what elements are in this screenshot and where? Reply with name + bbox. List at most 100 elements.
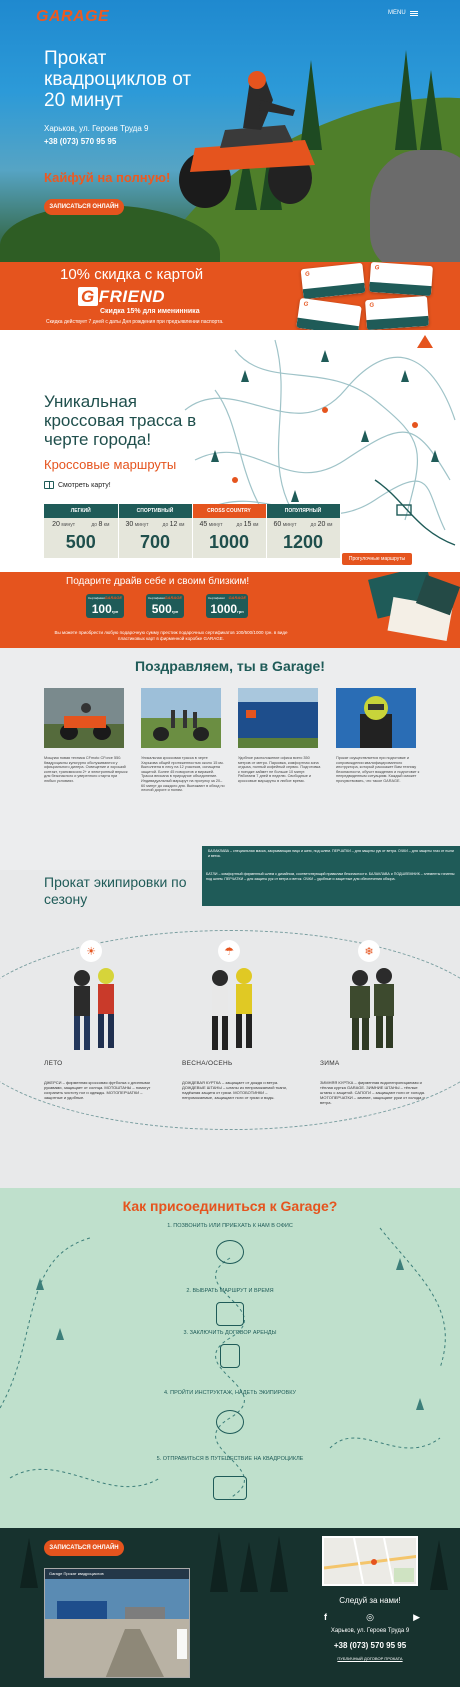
route-price: 500 — [65, 532, 96, 552]
snowflake-icon: ❄ — [358, 940, 380, 962]
discount-note: Скидка действует 7 дней с даты Дня рожде… — [46, 319, 224, 325]
discount-banner: 10% скидка с картой G FRIEND Скидка 15% д… — [0, 262, 460, 330]
congrats-title: Поздравляем, ты в Garage! — [135, 658, 325, 674]
congrats-section: Поздравляем, ты в Garage! Мощная новая т… — [0, 648, 460, 870]
feature-text: Удобное расположение офиса всего 350 мет… — [238, 756, 321, 783]
hero-slogan: Кайфуй на полную! — [44, 170, 171, 185]
tree-icon — [395, 50, 417, 150]
gift-card-1000[interactable]: Сертификат GARAGE 1000грн — [206, 594, 248, 618]
hero-title: Прокат квадроциклов от 20 минут — [44, 48, 192, 111]
routes-table: ЛЕГКИЙ СПОРТИВНЫЙ CROSS COUNTRY ПОПУЛЯРН… — [44, 504, 341, 558]
route-cell: 30 минут до 12 км 700 — [118, 518, 193, 558]
contract-icon — [220, 1344, 240, 1368]
cross-routes-heading: Кроссовые маршруты — [44, 457, 177, 472]
equipment-title: Прокат экипировки по сезону — [44, 874, 187, 907]
birthday-discount: Скидка 15% для именинника — [100, 308, 200, 315]
rain-icon: ☂ — [218, 940, 240, 962]
hamburger-icon — [409, 10, 418, 16]
tree-icon — [20, 1538, 38, 1588]
social-links: f ◎ ▶ — [324, 1612, 420, 1623]
join-step: 1. ПОЗВОНИТЬ ИЛИ ПРИЕХАТЬ К НАМ В ОФИС — [167, 1223, 293, 1229]
join-step: 2. ВЫБРАТЬ МАРШРУТ И ВРЕМЯ — [186, 1288, 274, 1294]
public-offer-link[interactable]: ПУБЛИЧНЫЙ ДОГОВОР ПРОКАТА — [310, 1656, 430, 1661]
gift-note: Вы можете приобрести любую подарочную су… — [54, 630, 288, 641]
hero-section: GARAGE MENU Прокат квадроциклов от 20 ми… — [0, 0, 460, 262]
spring-riders-image — [212, 968, 252, 1050]
sun-icon: ☀ — [80, 940, 102, 962]
gear-info-box: БАЛАКЛАВА – специальная маска, закрывающ… — [202, 846, 460, 870]
view-map-link[interactable]: Смотреть карту! — [44, 481, 111, 489]
equipment-section: БАТЛИ – комфортный фирменный шлем с диза… — [0, 870, 460, 1188]
tree-icon — [210, 1532, 228, 1592]
feature-text: Уникальная кроссовая трасса в черте Харь… — [141, 756, 225, 793]
menu-label: MENU — [388, 10, 406, 16]
season-text: ЗИМНЯЯ КУРТКА – фирменная водонепроницае… — [320, 1080, 426, 1105]
view-map-label: Смотреть карту! — [58, 481, 111, 489]
footer-section: ЗАПИСАТЬСЯ ОНЛАЙН Garage Прокат квадроци… — [0, 1528, 460, 1687]
track-title: Уникальная кроссовая трасса в черте горо… — [44, 392, 197, 449]
map-icon — [44, 481, 54, 489]
route-cell: 20 минут до 8 км 500 — [44, 518, 119, 558]
gfriend-g-mark: G — [78, 287, 98, 306]
atv-icon — [213, 1476, 247, 1500]
route-header[interactable]: СПОРТИВНЫЙ — [118, 504, 193, 518]
how-to-join-section: Как присоединиться к Garage? 1. ПОЗВОНИТ… — [0, 1188, 460, 1528]
footer-phone[interactable]: +38 (073) 570 95 95 — [310, 1641, 430, 1650]
footer-book-online-button[interactable]: ЗАПИСАТЬСЯ ОНЛАЙН — [44, 1540, 124, 1556]
route-header[interactable]: ПОПУЛЯРНЫЙ — [266, 504, 341, 518]
hero-rock — [370, 150, 460, 262]
video-player[interactable]: Garage Прокат квадроциклов — [44, 1568, 190, 1678]
phone-icon — [216, 1240, 244, 1264]
hero-phone[interactable]: +38 (073) 570 95 95 — [44, 137, 116, 146]
season-text: ДЖЕРСИ – фирменная кроссовая футболка с … — [44, 1080, 151, 1100]
loyalty-card-image: G — [369, 262, 433, 297]
tree-icon — [430, 1540, 448, 1590]
route-price: 1000 — [208, 532, 250, 552]
loyalty-card-image: G — [300, 262, 366, 300]
route-price: 1200 — [282, 532, 324, 552]
season-summer: ЛЕТО — [44, 1060, 63, 1067]
gift-title: Подарите драйв себе и своим близким! — [66, 576, 250, 587]
feature-text: Мощная новая техника CFmoto CForce 550. … — [44, 756, 128, 783]
join-step: 5. ОТПРАВИТЬСЯ В ПУТЕШЕСТВИЕ НА КВАДРОЦИ… — [156, 1456, 304, 1462]
loyalty-card-image: G — [296, 297, 362, 330]
gift-card-100[interactable]: Сертификат GARAGE 100грн — [86, 594, 124, 618]
facebook-icon[interactable]: f — [324, 1612, 327, 1623]
track-section: Уникальная кроссовая трасса в черте горо… — [0, 330, 460, 572]
tree-icon — [240, 1542, 258, 1592]
menu-button[interactable]: MENU — [388, 10, 418, 16]
route-header[interactable]: ЛЕГКИЙ — [44, 504, 119, 518]
book-online-button[interactable]: ЗАПИСАТЬСЯ ОНЛАЙН — [44, 199, 124, 215]
loyalty-card-image: G — [365, 295, 429, 330]
gfriend-logo: G FRIEND — [78, 287, 165, 307]
follow-us-label: Следуй за нами! — [339, 1596, 401, 1605]
location-map[interactable] — [322, 1536, 418, 1586]
route-choice-icon — [216, 1302, 244, 1326]
logo[interactable]: GARAGE — [36, 8, 109, 26]
route-price: 700 — [139, 532, 171, 552]
video-title: Garage Прокат квадроциклов — [49, 1571, 104, 1576]
gift-certificates-section: Подарите драйв себе и своим близким! Сер… — [0, 572, 460, 648]
equipment-info-box: БАТЛИ – комфортный фирменный шлем с диза… — [202, 870, 460, 906]
season-winter: ЗИМА — [320, 1060, 340, 1067]
walking-routes-button[interactable]: Прогулочные маршруты — [342, 553, 412, 565]
youtube-icon[interactable]: ▶ — [413, 1612, 420, 1623]
winter-riders-image — [350, 968, 394, 1050]
footer-address: Харьков, ул. Героев Труда 9 — [330, 1628, 410, 1634]
instructor-icon — [216, 1410, 244, 1434]
season-spring-autumn: ВЕСНА/ОСЕНЬ — [182, 1060, 233, 1067]
join-step: 4. ПРОЙТИ ИНСТРУКТАЖ, НАДЕТЬ ЭКИПИРОВКУ — [164, 1390, 296, 1396]
hero-address: Харьков, ул. Героев Труда 9 — [44, 124, 149, 133]
office-photo — [238, 688, 318, 748]
tree-icon — [270, 1536, 288, 1592]
gfriend-word: FRIEND — [98, 287, 166, 306]
route-cell: 60 минут до 20 км 1200 — [266, 518, 341, 558]
feature-text: Прокат осуществляется при подготовке и с… — [336, 756, 420, 783]
instagram-icon[interactable]: ◎ — [366, 1612, 374, 1623]
tree-icon — [420, 70, 442, 150]
season-text: ДОЖДЕВАЯ КУРТКА – защищает от дождя и ве… — [182, 1080, 287, 1100]
route-header[interactable]: CROSS COUNTRY — [192, 504, 267, 518]
route-cell: 45 минут до 15 км 1000 — [192, 518, 267, 558]
gift-card-500[interactable]: Сертификат GARAGE 500грн — [146, 594, 184, 618]
discount-title: 10% скидка с картой — [60, 266, 204, 283]
